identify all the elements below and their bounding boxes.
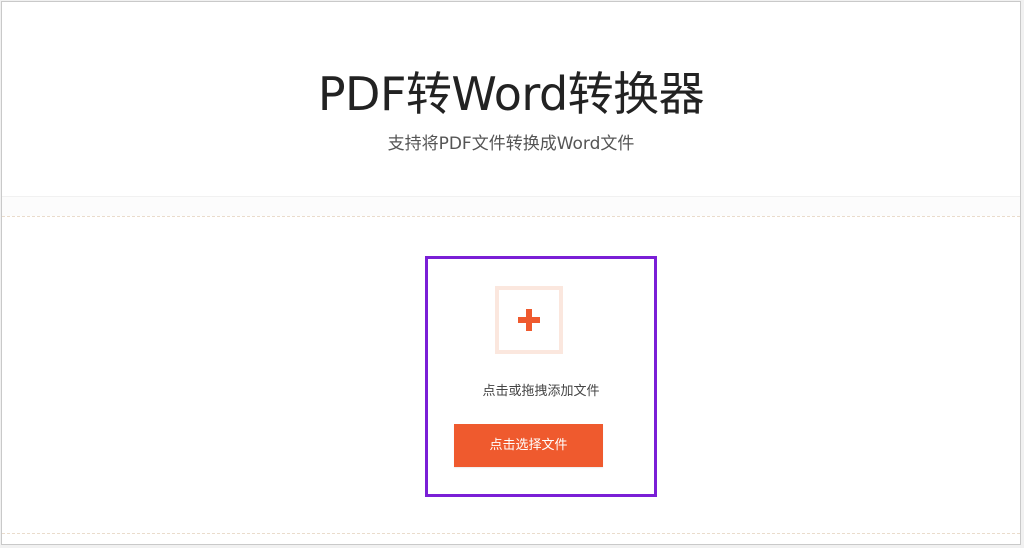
section-divider <box>2 196 1020 216</box>
file-drop-zone[interactable]: 点击或拖拽添加文件 点击选择文件 <box>425 256 657 497</box>
converter-page: PDF转Word转换器 支持将PDF文件转换成Word文件 点击或拖拽添加文件 … <box>1 1 1021 545</box>
page-title: PDF转Word转换器 <box>317 67 705 121</box>
dashed-divider-top <box>2 216 1020 217</box>
dashed-divider-bottom <box>2 533 1020 534</box>
page-header: PDF转Word转换器 支持将PDF文件转换成Word文件 <box>2 2 1020 196</box>
choose-file-button[interactable]: 点击选择文件 <box>454 424 603 467</box>
page-subtitle: 支持将PDF文件转换成Word文件 <box>387 134 635 154</box>
drop-hint-text: 点击或拖拽添加文件 <box>482 384 600 399</box>
plus-icon[interactable] <box>495 286 563 354</box>
plus-icon-vertical <box>526 309 532 331</box>
